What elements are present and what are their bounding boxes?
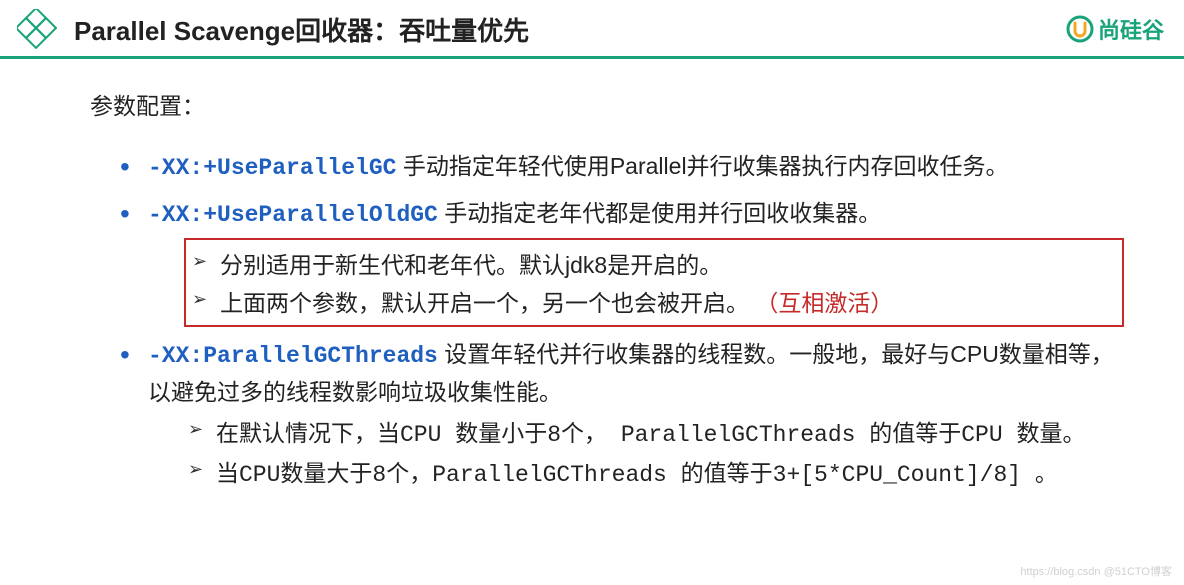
list-item: -XX:+UseParallelGC 手动指定年轻代使用Parallel并行收集…: [120, 149, 1124, 187]
watermark: https://blog.csdn @51CTO博客: [1020, 563, 1172, 579]
slide-header: Parallel Scavenge回收器：吞吐量优先 尚硅谷: [0, 0, 1184, 59]
logo-left-icon: [16, 8, 58, 50]
jvm-flag: -XX:+UseParallelGC: [148, 155, 396, 181]
brand-icon: [1066, 15, 1094, 43]
highlight-box: 分别适用于新生代和老年代。默认jdk8是开启的。 上面两个参数，默认开启一个，另…: [184, 238, 1124, 327]
sub-item: 在默认情况下，当CPU 数量小于8个， ParallelGCThreads 的值…: [188, 416, 1124, 454]
list-item: -XX:ParallelGCThreads 设置年轻代并行收集器的线程数。一般地…: [120, 337, 1124, 494]
sub-list: 分别适用于新生代和老年代。默认jdk8是开启的。 上面两个参数，默认开启一个，另…: [192, 248, 1114, 321]
item-desc: 手动指定老年代都是使用并行回收收集器。: [438, 200, 881, 226]
sub-item: 上面两个参数，默认开启一个，另一个也会被开启。 （互相激活）: [192, 286, 1114, 322]
sub-item: 当CPU数量大于8个，ParallelGCThreads 的值等于3+[5*CP…: [188, 456, 1124, 494]
page-title: Parallel Scavenge回收器：吞吐量优先: [74, 11, 529, 48]
jvm-flag: -XX:+UseParallelOldGC: [148, 202, 438, 228]
brand-text: 尚硅谷: [1098, 13, 1164, 45]
jvm-flag: -XX:ParallelGCThreads: [148, 343, 438, 369]
section-label: 参数配置：: [90, 89, 1124, 125]
slide-content: 参数配置： -XX:+UseParallelGC 手动指定年轻代使用Parall…: [0, 59, 1184, 524]
item-desc: 手动指定年轻代使用Parallel并行收集器执行内存回收任务。: [396, 153, 1008, 179]
param-list: -XX:+UseParallelGC 手动指定年轻代使用Parallel并行收集…: [120, 149, 1124, 494]
sub-list: 在默认情况下，当CPU 数量小于8个， ParallelGCThreads 的值…: [188, 416, 1124, 493]
red-note: （互相激活）: [755, 290, 893, 316]
sub-item: 分别适用于新生代和老年代。默认jdk8是开启的。: [192, 248, 1114, 284]
list-item: -XX:+UseParallelOldGC 手动指定老年代都是使用并行回收收集器…: [120, 196, 1124, 327]
brand-logo: 尚硅谷: [1066, 13, 1164, 45]
